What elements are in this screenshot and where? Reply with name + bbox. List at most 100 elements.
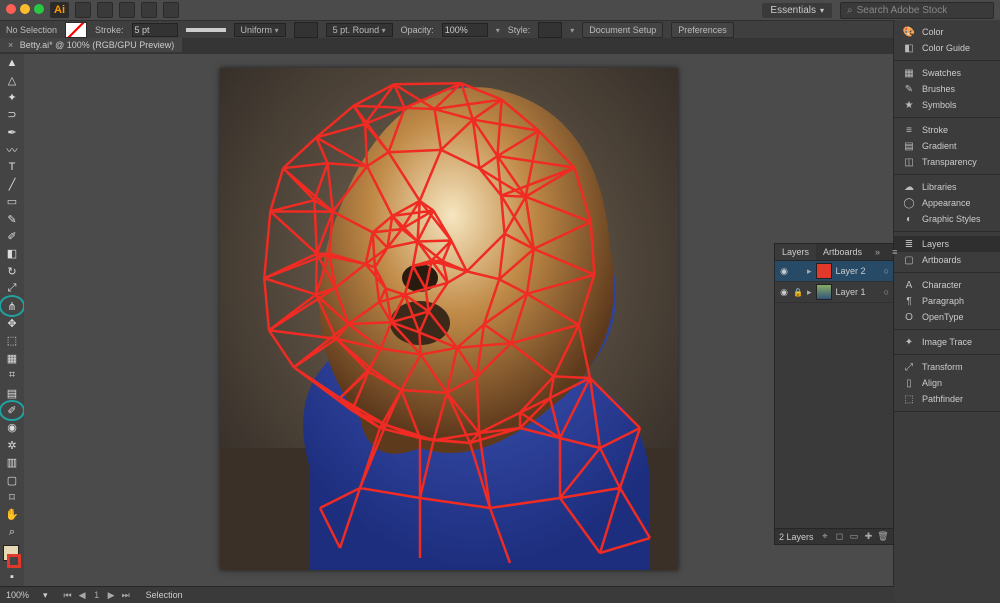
stroke-swatch[interactable] [7, 554, 21, 568]
sublayer-icon[interactable]: ▭ [848, 531, 860, 542]
visibility-icon[interactable]: ◉ [779, 266, 789, 277]
panel-transform[interactable]: ⤢Transform [894, 359, 1000, 375]
menu-icon[interactable] [75, 2, 91, 18]
canvas-area[interactable] [24, 54, 894, 587]
mask-icon[interactable]: ◻ [833, 531, 845, 542]
last-icon[interactable]: ⏭ [120, 590, 132, 601]
fill-swatch[interactable] [65, 22, 87, 38]
pen-tool[interactable]: ✒ [1, 124, 23, 141]
panel-opentype[interactable]: OOpenType [894, 309, 1000, 325]
eyedropper-tool[interactable]: ✐ [1, 402, 23, 419]
visibility-icon[interactable]: ◉ [779, 287, 789, 298]
lock-icon[interactable]: 🔒 [793, 288, 803, 297]
shape-builder-tool[interactable]: ⬚ [1, 332, 23, 349]
pencil-tool[interactable]: ✐ [1, 228, 23, 245]
zoom-tool[interactable]: ⌕ [1, 524, 23, 541]
panel-align[interactable]: ▯Align [894, 375, 1000, 391]
blend-tool[interactable]: ◉ [1, 419, 23, 436]
layer-name[interactable]: Layer 2 [836, 266, 866, 276]
hand-tool[interactable]: ✋ [1, 506, 23, 523]
panel-character[interactable]: ACharacter [894, 277, 1000, 293]
document-setup-button[interactable]: Document Setup [582, 22, 663, 38]
document-tab[interactable]: × Betty.ai* @ 100% (RGB/GPU Preview) [0, 38, 182, 52]
chevron-down-icon[interactable]: ▾ [496, 26, 500, 35]
menu-icon[interactable] [141, 2, 157, 18]
brush-preset-select[interactable]: 5 pt. Round ▾ [326, 23, 393, 37]
panel-menu-icon[interactable]: ≡ [886, 244, 903, 260]
panel-swatches[interactable]: ▦Swatches [894, 65, 1000, 81]
minimize-icon[interactable] [20, 4, 30, 14]
chevron-right-icon[interactable]: ▸ [807, 266, 812, 277]
color-mode[interactable]: ▪ [1, 568, 23, 585]
next-icon[interactable]: ▶ [105, 590, 117, 601]
first-icon[interactable]: ⏮ [62, 590, 74, 601]
panel-paragraph[interactable]: ¶Paragraph [894, 293, 1000, 309]
curvature-tool[interactable]: 〰 [1, 141, 23, 158]
menu-icon[interactable] [163, 2, 179, 18]
new-layer-icon[interactable]: ✚ [862, 531, 874, 542]
search-input[interactable]: ⌕ Search Adobe Stock [840, 2, 994, 19]
panel-libraries[interactable]: ☁Libraries [894, 179, 1000, 195]
symbol-sprayer-tool[interactable]: ✲ [1, 437, 23, 454]
zoom-level[interactable]: 100% [6, 590, 29, 600]
panel-symbols[interactable]: ★Symbols [894, 97, 1000, 113]
target-icon[interactable]: ○ [884, 287, 889, 297]
panel-gradient[interactable]: ▤Gradient [894, 138, 1000, 154]
layer-name[interactable]: Layer 1 [836, 287, 866, 297]
trash-icon[interactable]: 🗑 [877, 531, 889, 542]
slice-tool[interactable]: ⌑ [1, 489, 23, 506]
stroke-preview[interactable] [186, 28, 226, 32]
maximize-icon[interactable] [34, 4, 44, 14]
menu-icon[interactable] [119, 2, 135, 18]
panel-appearance[interactable]: ◯Appearance [894, 195, 1000, 211]
perspective-grid-tool[interactable]: ▦ [1, 350, 23, 367]
paintbrush-tool[interactable]: ✎ [1, 211, 23, 228]
graph-tool[interactable]: ▥ [1, 454, 23, 471]
panel-stroke[interactable]: ≡Stroke [894, 122, 1000, 138]
fill-stroke-control[interactable] [1, 545, 23, 568]
mesh-tool[interactable]: ⌗ [1, 367, 23, 384]
tab-layers[interactable]: Layers [775, 244, 816, 260]
panel-artboards[interactable]: ▢Artboards [894, 252, 1000, 268]
opacity-input[interactable] [442, 23, 488, 37]
artboard-index[interactable]: 1 [91, 590, 103, 600]
type-tool[interactable]: T [1, 158, 23, 175]
magic-wand-tool[interactable]: ✦ [1, 89, 23, 106]
artboard[interactable] [220, 68, 678, 570]
collapse-icon[interactable]: » [869, 244, 886, 260]
close-icon[interactable] [6, 4, 16, 14]
panel-color-guide[interactable]: ◧Color Guide [894, 40, 1000, 56]
panel-graphic-styles[interactable]: ◐Graphic Styles [894, 211, 1000, 227]
panel-image-trace[interactable]: ✦Image Trace [894, 334, 1000, 350]
panel-pathfinder[interactable]: ⬚Pathfinder [894, 391, 1000, 407]
panel-transparency[interactable]: ◫Transparency [894, 154, 1000, 170]
chevron-down-icon[interactable]: ▾ [43, 590, 48, 601]
brush-endcap[interactable] [294, 22, 318, 38]
panel-color[interactable]: 🎨Color [894, 24, 1000, 40]
chevron-right-icon[interactable]: ▸ [807, 287, 812, 298]
rotate-tool[interactable]: ↻ [1, 263, 23, 280]
prev-icon[interactable]: ◀ [76, 590, 88, 601]
panel-brushes[interactable]: ✎Brushes [894, 81, 1000, 97]
line-tool[interactable]: ╱ [1, 176, 23, 193]
gradient-tool[interactable]: ▤ [1, 384, 23, 401]
tab-artboards[interactable]: Artboards [816, 244, 869, 260]
selection-tool[interactable]: ▲ [1, 54, 23, 71]
chevron-down-icon[interactable]: ▾ [570, 26, 574, 35]
locate-icon[interactable]: ⌖ [819, 531, 831, 542]
free-transform-tool[interactable]: ✥ [1, 315, 23, 332]
width-tool[interactable]: ⋔ [1, 297, 23, 314]
stroke-weight-input[interactable] [132, 23, 178, 37]
layer-row[interactable]: ◉ ▸ Layer 2 ○ [775, 261, 893, 282]
preferences-button[interactable]: Preferences [671, 22, 734, 38]
stroke-profile-select[interactable]: Uniform ▾ [234, 23, 286, 37]
rectangle-tool[interactable]: ▭ [1, 193, 23, 210]
target-icon[interactable]: ○ [884, 266, 889, 276]
layer-row[interactable]: ◉ 🔒 ▸ Layer 1 ○ [775, 282, 893, 303]
workspace-switcher[interactable]: Essentials ▾ [762, 3, 832, 18]
close-icon[interactable]: × [8, 40, 13, 50]
eraser-tool[interactable]: ◧ [1, 245, 23, 262]
direct-selection-tool[interactable]: △ [1, 71, 23, 88]
artboard-tool[interactable]: ▢ [1, 471, 23, 488]
style-swatch[interactable] [538, 22, 562, 38]
